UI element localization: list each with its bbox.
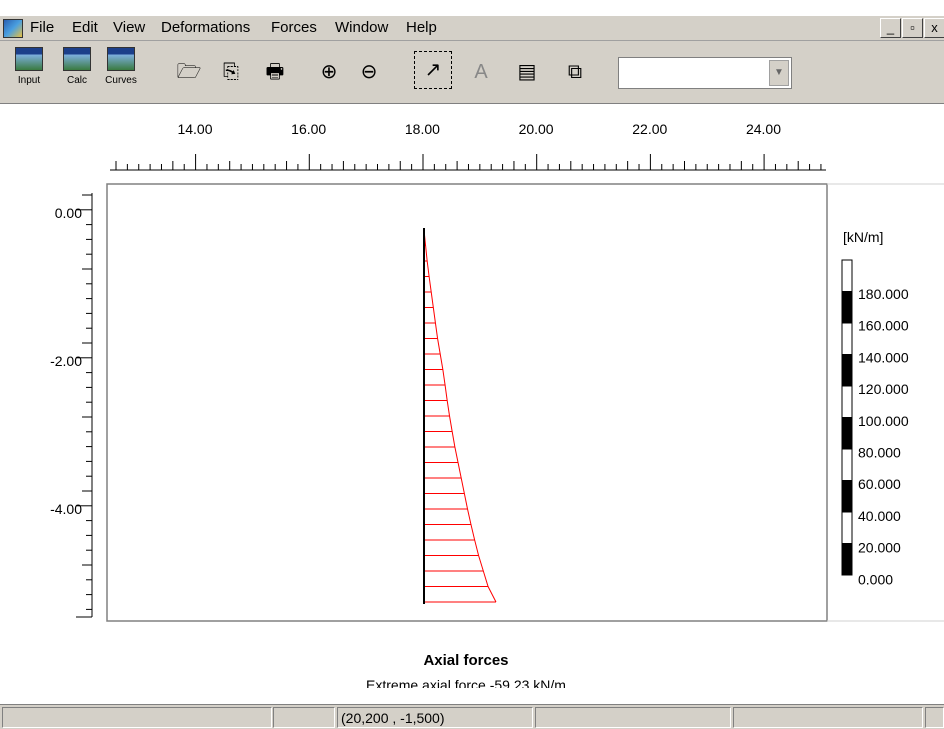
x-tick-label: 16.00 bbox=[291, 121, 326, 137]
legend-swatch bbox=[841, 259, 853, 292]
plaxis-app-icon[interactable] bbox=[3, 19, 23, 38]
x-tick-label: 18.00 bbox=[405, 121, 440, 137]
y-tick-label: -2.00 bbox=[50, 353, 82, 369]
select-arrow-icon[interactable]: ↗ bbox=[414, 51, 452, 89]
y-tick-label: 0.00 bbox=[55, 205, 82, 221]
zoom-in-icon[interactable]: ⊕ bbox=[316, 59, 342, 85]
legend-scale: 180.000 160.000 140.000 120.000 100.000 80.00… bbox=[841, 259, 909, 587]
legend-value: 140.000 bbox=[858, 349, 909, 365]
status-cell-1 bbox=[2, 707, 272, 728]
menu-view[interactable]: View bbox=[113, 18, 145, 38]
menu-help[interactable]: Help bbox=[406, 18, 437, 38]
status-cell-4 bbox=[535, 707, 731, 728]
zoom-out-icon[interactable]: ⊖ bbox=[356, 59, 382, 85]
y-tick-label: -4.00 bbox=[50, 501, 82, 517]
curves-tool-button[interactable]: Curves bbox=[104, 47, 138, 97]
input-icon bbox=[15, 47, 43, 71]
input-tool-button[interactable]: Input bbox=[12, 47, 46, 97]
x-tick-label: 14.00 bbox=[177, 121, 212, 137]
calc-tool-button[interactable]: Calc bbox=[60, 47, 94, 97]
restore-button[interactable]: ▫ bbox=[902, 18, 923, 38]
status-cell-5 bbox=[733, 707, 923, 728]
app-window: File Edit View Deformations Forces Windo… bbox=[0, 0, 944, 729]
table-icon[interactable]: ▤ bbox=[514, 59, 540, 85]
legend-value: 120.000 bbox=[858, 381, 909, 397]
legend-value: 80.000 bbox=[858, 445, 901, 461]
legend-swatch bbox=[841, 448, 853, 481]
status-bar: (20,200 , -1,500) bbox=[0, 704, 944, 729]
legend-unit: [kN/m] bbox=[843, 229, 883, 245]
plot-canvas: 14.00 16.00 18.00 20.00 22.00 24.00 0.00 -2.00… bbox=[0, 104, 944, 693]
legend-swatch bbox=[841, 511, 853, 544]
legend-value: 0.000 bbox=[858, 571, 893, 587]
scale-text-icon[interactable]: A bbox=[468, 59, 494, 85]
calc-icon bbox=[63, 47, 91, 71]
menu-bar: File Edit View Deformations Forces Windo… bbox=[0, 16, 944, 41]
view-select[interactable]: ▼ bbox=[618, 57, 792, 89]
legend-value: 180.000 bbox=[858, 286, 909, 302]
legend-swatch bbox=[841, 291, 853, 324]
legend-swatch bbox=[841, 480, 853, 513]
x-axis-tick-labels: 14.00 16.00 18.00 20.00 22.00 24.00 bbox=[177, 121, 781, 137]
menu-file[interactable]: File bbox=[30, 18, 54, 38]
export-icon[interactable]: ⎘ bbox=[218, 59, 244, 85]
axial-force-plot: 14.00 16.00 18.00 20.00 22.00 24.00 0.00 -2.00… bbox=[50, 121, 944, 693]
menu-forces[interactable]: Forces bbox=[271, 18, 317, 38]
plot-subtitle: Extreme axial force -59,23 kN/m bbox=[366, 677, 566, 688]
status-cell-2 bbox=[273, 707, 335, 728]
legend-value: 60.000 bbox=[858, 476, 901, 492]
status-cell-6 bbox=[925, 707, 944, 728]
status-coordinates: (20,200 , -1,500) bbox=[337, 707, 533, 728]
legend-value: 100.000 bbox=[858, 413, 909, 429]
print-icon[interactable]: 🖶 bbox=[262, 59, 288, 85]
legend-swatch bbox=[841, 385, 853, 418]
menu-deformations[interactable]: Deformations bbox=[161, 18, 250, 38]
chevron-down-icon[interactable]: ▼ bbox=[769, 60, 789, 86]
legend-swatch bbox=[841, 417, 853, 450]
copy-icon[interactable]: ⧉ bbox=[562, 59, 588, 85]
legend-swatch bbox=[841, 354, 853, 387]
minimize-button[interactable]: _ bbox=[880, 18, 901, 38]
menu-window[interactable]: Window bbox=[335, 18, 388, 38]
y-axis-ruler bbox=[76, 193, 93, 618]
curves-icon bbox=[107, 47, 135, 71]
x-tick-label: 22.00 bbox=[632, 121, 667, 137]
y-axis-tick-labels: 0.00 -2.00 -4.00 bbox=[50, 205, 82, 517]
plot-title: Axial forces bbox=[423, 652, 508, 669]
legend-value: 40.000 bbox=[858, 508, 901, 524]
x-tick-label: 24.00 bbox=[746, 121, 781, 137]
input-label: Input bbox=[17, 75, 41, 86]
legend-swatch bbox=[841, 543, 853, 576]
legend-swatch bbox=[841, 322, 853, 355]
legend-value: 160.000 bbox=[858, 318, 909, 334]
open-folder-icon[interactable]: 🗁 bbox=[176, 59, 202, 85]
menu-edit[interactable]: Edit bbox=[72, 18, 98, 38]
legend-value: 20.000 bbox=[858, 540, 901, 556]
x-axis-ruler bbox=[110, 154, 826, 171]
close-button[interactable]: x bbox=[924, 18, 944, 38]
curves-label: Curves bbox=[105, 75, 137, 86]
calc-label: Calc bbox=[66, 75, 87, 86]
toolbar: Input Calc Curves 🗁 ⎘ 🖶 ⊕ ⊖ ↗ A ▤ ⧉ ▼ bbox=[0, 41, 944, 104]
x-tick-label: 20.00 bbox=[519, 121, 554, 137]
